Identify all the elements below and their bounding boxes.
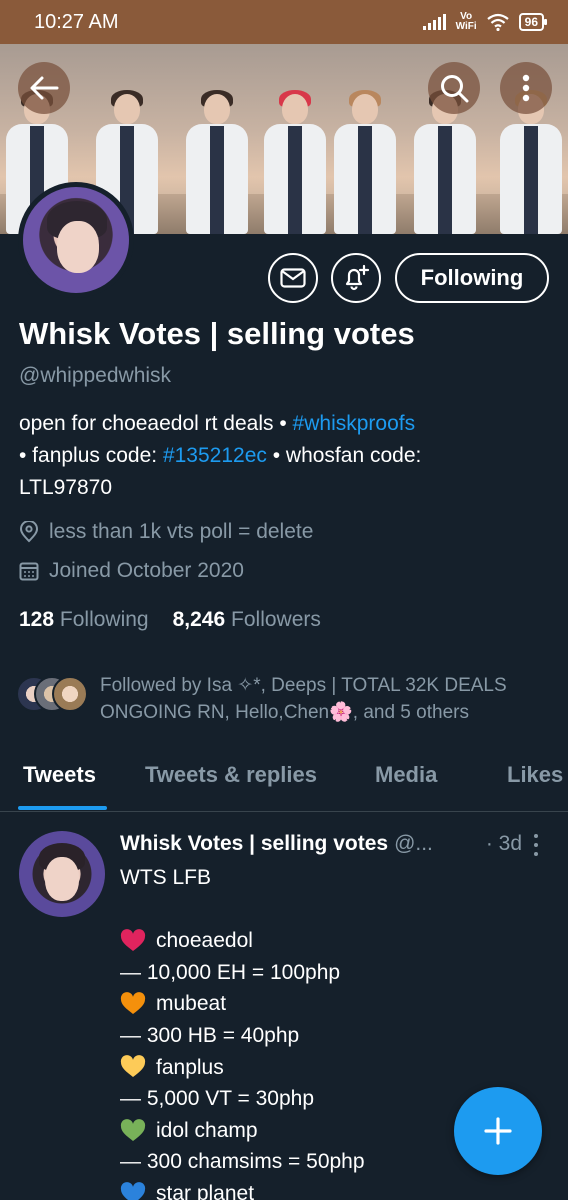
vowifi-label-bottom: WiFi xyxy=(455,21,477,32)
tweet-line-text: fanplus xyxy=(156,1055,224,1079)
joined-text: Joined October 2020 xyxy=(49,559,244,582)
search-icon xyxy=(441,75,469,103)
tweet-author-name[interactable]: Whisk Votes | selling votes xyxy=(120,832,388,856)
followers-label: Followers xyxy=(231,608,321,631)
banner-person xyxy=(186,90,248,234)
heart-emoji-icon xyxy=(120,992,146,1015)
tab-tweets-and-replies[interactable]: Tweets & replies xyxy=(145,762,317,788)
bio-hashtag-link[interactable]: #whiskproofs xyxy=(293,412,416,435)
profile-avatar[interactable] xyxy=(18,182,134,298)
bio-hashtag-link[interactable]: #135212ec xyxy=(163,444,267,467)
status-icons: Vo WiFi 96 xyxy=(422,12,548,32)
profile-bio: open for choeaedol rt deals • #whiskproo… xyxy=(19,408,549,504)
followed-by-text: Followed by Isa ✧*, Deeps | TOTAL 32K DE… xyxy=(100,675,507,723)
status-time: 10:27 AM xyxy=(34,10,119,33)
tweet-line-text: star planet xyxy=(156,1181,255,1200)
tweet-line: — 300 HB = 40php xyxy=(120,1020,540,1052)
profile-handle: @whippedwhisk xyxy=(19,364,172,387)
compose-tweet-button[interactable] xyxy=(454,1087,542,1175)
followed-by[interactable]: Followed by Isa ✧*, Deeps | TOTAL 32K DE… xyxy=(16,672,556,726)
heart-emoji-icon xyxy=(120,1181,146,1200)
profile-location: less than 1k vts poll = delete xyxy=(19,520,313,544)
followers-stat[interactable]: 8,246 Followers xyxy=(173,608,321,632)
search-button[interactable] xyxy=(428,62,480,114)
profile-stats: 128 Following 8,246 Followers xyxy=(19,608,321,632)
wifi-icon xyxy=(486,13,509,31)
tweet-line: WTS LFB xyxy=(120,862,540,894)
bio-text: • fanplus code: xyxy=(19,444,163,467)
tweet-line-text: — 300 chamsims = 50php xyxy=(120,1150,365,1174)
signal-icon xyxy=(422,14,446,30)
tweet-header: Whisk Votes | selling votes @... · 3d xyxy=(120,832,550,856)
following-count: 128 xyxy=(19,608,55,631)
tweet-line-text: choeaedol xyxy=(156,929,253,953)
tab-media[interactable]: Media xyxy=(375,762,437,788)
followed-by-avatars xyxy=(16,676,92,714)
following-stat[interactable]: 128 Following xyxy=(19,608,149,632)
notification-button[interactable] xyxy=(331,253,381,303)
tweet-avatar-face xyxy=(45,857,79,901)
battery-level: 96 xyxy=(524,15,538,29)
tweet-avatar[interactable] xyxy=(19,831,105,917)
tweet-line-text: — 300 HB = 40php xyxy=(120,1023,300,1047)
back-button[interactable] xyxy=(18,62,70,114)
dot xyxy=(534,834,538,838)
profile-joined: Joined October 2020 xyxy=(19,559,244,583)
status-bar: 10:27 AM Vo WiFi 96 xyxy=(0,0,568,44)
calendar-icon xyxy=(19,562,39,581)
profile-tabs: Tweets Tweets & replies Media Likes xyxy=(0,750,568,812)
banner-person xyxy=(264,90,326,234)
tweet-author-handle: @... xyxy=(394,832,433,855)
tweet-line xyxy=(120,894,540,926)
active-tab-indicator xyxy=(18,806,107,810)
tweet-line-text: idol champ xyxy=(156,1118,258,1142)
bell-plus-icon xyxy=(345,264,370,291)
battery-icon: 96 xyxy=(518,13,548,31)
vowifi-icon: Vo WiFi xyxy=(456,12,477,32)
followers-count: 8,246 xyxy=(172,608,226,631)
message-button[interactable] xyxy=(268,253,318,303)
tweet-line: — 10,000 EH = 100php xyxy=(120,957,540,989)
tweet-line: star planet xyxy=(120,1178,540,1200)
bio-text: LTL97870 xyxy=(19,476,113,499)
more-vertical-icon xyxy=(522,74,530,102)
banner-person xyxy=(414,90,476,234)
tweet-more-button[interactable] xyxy=(530,834,542,856)
dot xyxy=(534,852,538,856)
tweet-line-text xyxy=(120,894,126,926)
tweet-line-text: mubeat xyxy=(156,992,227,1016)
bio-text: open for choeaedol rt deals • xyxy=(19,412,293,435)
tweet-line: fanplus xyxy=(120,1052,540,1084)
avatar-face xyxy=(57,221,99,273)
tweet-line: mubeat xyxy=(120,988,540,1020)
location-text: less than 1k vts poll = delete xyxy=(49,520,314,543)
tweet-line-text: — 5,000 VT = 30php xyxy=(120,1087,315,1111)
tab-likes[interactable]: Likes xyxy=(507,762,563,788)
heart-emoji-icon xyxy=(120,1055,146,1078)
more-options-button[interactable] xyxy=(500,62,552,114)
envelope-icon xyxy=(280,268,306,288)
dot xyxy=(534,843,538,847)
tweet-line-text: WTS LFB xyxy=(120,866,212,889)
banner-person xyxy=(334,90,396,234)
location-pin-icon xyxy=(19,521,39,543)
profile-name: Whisk Votes | selling votes xyxy=(19,316,415,351)
heart-emoji-icon xyxy=(120,1118,146,1141)
avatar xyxy=(52,676,88,712)
tab-tweets[interactable]: Tweets xyxy=(23,762,96,788)
bio-text: • whosfan code: xyxy=(266,444,422,467)
heart-emoji-icon xyxy=(120,929,146,951)
following-label: Following xyxy=(59,608,149,631)
following-button[interactable]: Following xyxy=(395,253,549,303)
plus-icon xyxy=(484,1117,512,1145)
back-arrow-icon xyxy=(30,76,59,100)
tweet-line-text: — 10,000 EH = 100php xyxy=(120,960,341,984)
banner-person xyxy=(500,90,562,234)
tweet-line: choeaedol xyxy=(120,925,540,957)
